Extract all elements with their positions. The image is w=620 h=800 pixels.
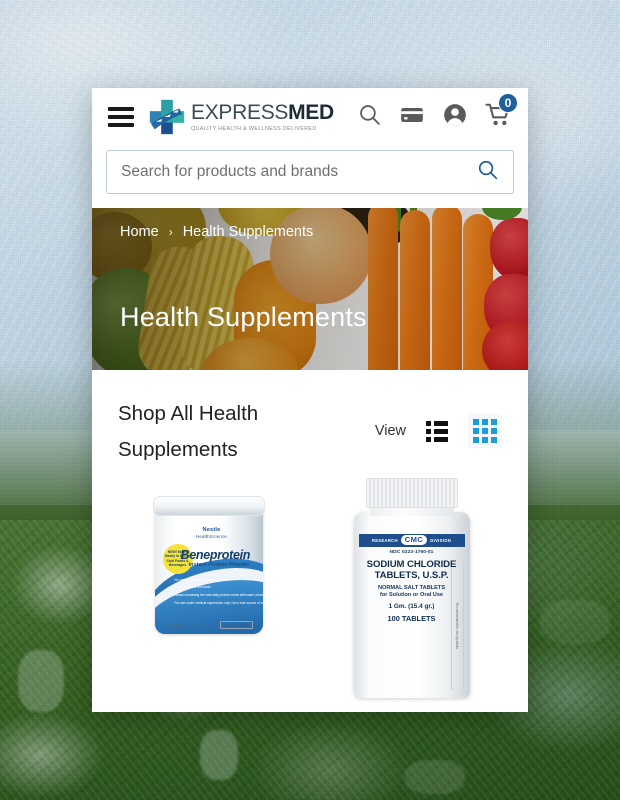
search-bar-region xyxy=(92,146,528,208)
category-hero-banner: Home › Health Supplements Health Supplem… xyxy=(92,208,528,370)
site-header: EXPRESS MED QUALITY HEALTH & WELLNESS DEL… xyxy=(92,88,528,146)
product-name-line2: TABLETS, U.S.P. xyxy=(374,570,449,582)
breadcrumb-separator-icon: › xyxy=(168,225,173,239)
header-icon-group: 0 xyxy=(357,93,518,133)
breadcrumb-item-health-supplements[interactable]: Health Supplements xyxy=(183,224,314,240)
product-card-beneprotein[interactable]: Nestle HealthScience NEW! Mixes Easily i… xyxy=(110,478,307,712)
banner-brand-cmc: CMC xyxy=(400,535,428,546)
product-image-sodium-chloride: Recommended for use by adults RESEARCH C… xyxy=(346,477,478,698)
breadcrumb: Home › Health Supplements xyxy=(120,224,528,240)
product-name-beneprotein: Beneprotein xyxy=(180,547,251,562)
product-bullet: Allows increasing the total daily protei… xyxy=(174,592,263,597)
browser-window: EXPRESS MED QUALITY HEALTH & WELLNESS DEL… xyxy=(92,88,528,712)
can-lid xyxy=(152,495,265,516)
product-strength: 1 Gm. (15.4 gr.) xyxy=(388,603,435,611)
cart-count-badge: 0 xyxy=(498,93,518,113)
grid-icon xyxy=(473,419,497,443)
list-view-button[interactable] xyxy=(420,414,454,448)
credit-card-icon[interactable] xyxy=(399,102,425,133)
banner-right-text: DIVISION xyxy=(430,537,452,543)
product-brand-nestle: Nestle HealthScience xyxy=(189,526,235,541)
product-flavor: UNFLAVORED xyxy=(220,620,253,629)
shop-all-heading: Shop All Health Supplements xyxy=(118,402,259,461)
brand-name-top: Nestle xyxy=(202,526,221,533)
product-subtitle-beneprotein: Instant Protein Powder xyxy=(188,561,250,568)
hamburger-menu-icon[interactable] xyxy=(108,103,134,131)
product-bullet-list: No carbohydrates or lactose No protein o… xyxy=(174,577,263,608)
search-box[interactable] xyxy=(106,150,514,194)
hamburger-bar xyxy=(108,107,134,111)
banner-left-text: RESEARCH xyxy=(371,537,398,543)
logo-tagline: QUALITY HEALTH & WELLNESS DELIVERED xyxy=(191,126,317,132)
view-label: View xyxy=(374,423,406,439)
product-net-weight: NET WT 8 oz (227 g) xyxy=(170,623,203,628)
brand-name-sub: HealthScience xyxy=(196,534,227,540)
product-card-sodium-chloride[interactable]: Recommended for use by adults RESEARCH C… xyxy=(313,477,510,712)
product-ndc-code: NDC 0223-1760-01 xyxy=(389,550,434,556)
logo-name-express: EXPRESS xyxy=(191,101,289,124)
breadcrumb-item-home[interactable]: Home xyxy=(120,224,159,240)
product-subtitle-line1: NORMAL SALT TABLETS xyxy=(377,584,446,591)
product-image-beneprotein: Nestle HealthScience NEW! Mixes Easily i… xyxy=(149,490,269,638)
account-icon[interactable] xyxy=(442,102,468,133)
list-icon xyxy=(426,420,448,442)
hamburger-bar xyxy=(108,115,134,119)
product-tablet-count: 100 TABLETS xyxy=(387,613,436,623)
product-bullet: No protein odor and taste xyxy=(174,585,211,590)
bottle-label: RESEARCH CMC DIVISION NDC 0223-1760-01 S… xyxy=(358,532,466,623)
grid-view-button[interactable] xyxy=(468,414,502,448)
search-input[interactable] xyxy=(121,163,476,181)
site-logo[interactable]: EXPRESS MED QUALITY HEALTH & WELLNESS DEL… xyxy=(148,98,334,136)
can-body: Nestle HealthScience NEW! Mixes Easily i… xyxy=(154,503,263,634)
search-submit-icon[interactable] xyxy=(476,158,499,186)
logo-cross-icon xyxy=(148,98,186,136)
search-icon[interactable] xyxy=(357,102,382,132)
hamburger-bar xyxy=(108,123,134,127)
product-bullet-note: For use under medical supervision only. … xyxy=(174,600,263,605)
page-title: Health Supplements xyxy=(120,302,367,332)
logo-name-med: MED xyxy=(288,101,334,124)
shop-section-header: Shop All Health Supplements View xyxy=(92,370,528,468)
view-toggle-group: View xyxy=(375,396,502,448)
product-subtitle-line2: for Solution or Oral Use xyxy=(379,592,444,599)
product-name-line1: SODIUM CHLORIDE xyxy=(366,558,457,570)
product-grid: Nestle HealthScience NEW! Mixes Easily i… xyxy=(92,468,528,712)
bottle-cap xyxy=(365,477,458,508)
cart-icon[interactable]: 0 xyxy=(485,93,518,132)
product-bullet: No carbohydrates or lactose xyxy=(174,577,215,582)
cmc-banner: RESEARCH CMC DIVISION xyxy=(358,533,465,547)
